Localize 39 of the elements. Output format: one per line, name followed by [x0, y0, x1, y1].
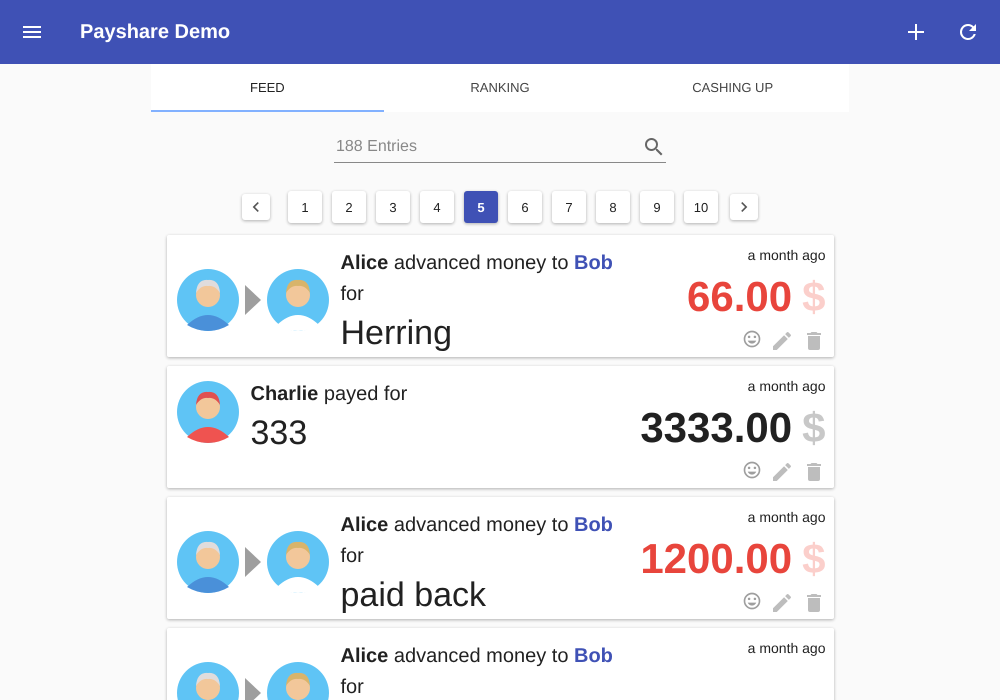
entry-sentence: Alice advanced money to Bob for — [340, 513, 614, 569]
currency-symbol: $ — [802, 535, 826, 583]
arrow-icon — [244, 285, 260, 315]
page-button[interactable]: 3 — [376, 191, 410, 223]
avatar-icon — [176, 531, 238, 593]
app-title: Payshare Demo — [80, 20, 232, 44]
currency-symbol: $ — [802, 404, 826, 452]
currency-symbol: $ — [802, 273, 826, 321]
entry-time: a month ago — [748, 509, 826, 525]
amount: 3333.00 — [640, 404, 792, 452]
amount: 1200.00 — [640, 535, 792, 583]
avatar-icon — [176, 269, 238, 331]
avatar-icon — [266, 531, 328, 593]
entry-time: a month ago — [748, 247, 826, 263]
page-button[interactable]: 9 — [640, 191, 674, 223]
entry-description: 333 — [250, 414, 308, 453]
page-button[interactable]: 5 — [464, 191, 498, 223]
page-button[interactable]: 2 — [332, 191, 366, 223]
entry-sentence: Charlie payed for — [250, 382, 408, 407]
avatar-icon — [176, 381, 238, 443]
arrow-icon — [244, 547, 260, 577]
page-button[interactable]: 10 — [684, 191, 718, 223]
amount: 66.00 — [687, 273, 792, 321]
arrow-icon — [244, 678, 260, 700]
page-button[interactable]: 8 — [596, 191, 630, 223]
next-page-button[interactable] — [730, 194, 758, 220]
avatar-icon — [266, 269, 328, 331]
page-button[interactable]: 7 — [552, 191, 586, 223]
entry-sentence: Alice advanced money to Bob for — [340, 251, 614, 307]
search-field[interactable]: 188 Entries — [334, 137, 642, 157]
entry-time: a month ago — [748, 378, 826, 394]
entry-description: paid back — [340, 576, 488, 615]
entry-time: a month ago — [748, 640, 826, 656]
page-button[interactable]: 6 — [508, 191, 542, 223]
page-button[interactable]: 4 — [420, 191, 454, 223]
page-button[interactable]: 1 — [288, 191, 322, 223]
entry-sentence: Alice advanced money to Bob for — [340, 644, 614, 700]
entry-description: Herring — [340, 314, 453, 353]
previous-page-button[interactable] — [242, 194, 270, 220]
